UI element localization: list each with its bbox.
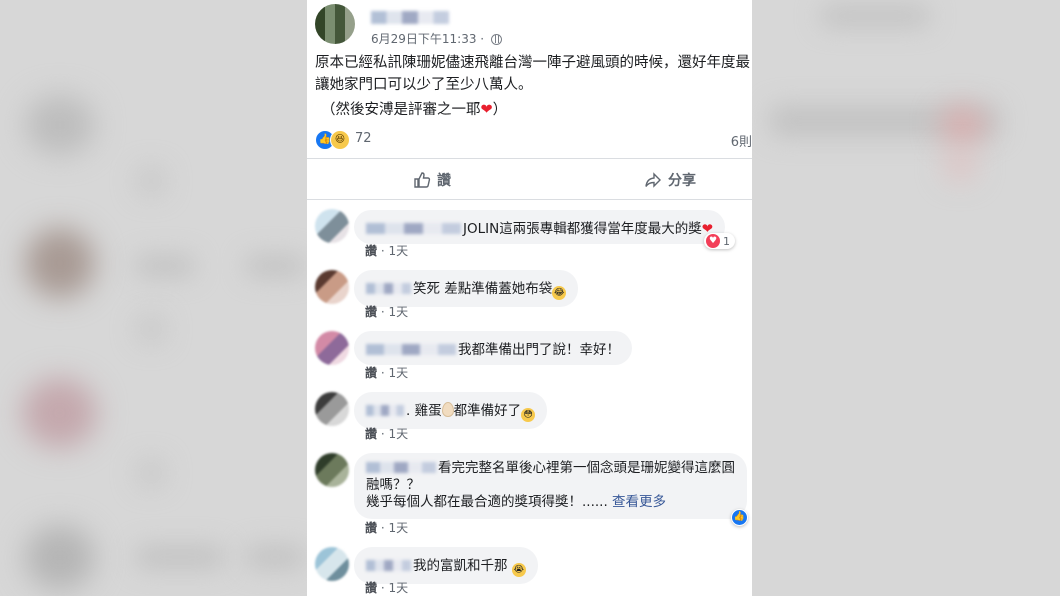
commenter-name-pixelated[interactable] <box>366 344 456 355</box>
comment-time[interactable]: 1天 <box>388 427 408 441</box>
commenter-avatar[interactable] <box>315 547 349 581</box>
comment-bubble: . 雞蛋 都準備好了 😳 <box>354 392 548 429</box>
thumbs-up-icon <box>414 172 431 188</box>
comment-text: JOLIN這兩張專輯都獲得當年度最大的獎 <box>463 221 702 237</box>
comment-reaction-badge[interactable]: 👍 <box>731 509 748 526</box>
post-text-line-3-text: （然後安溥是評審之一耶 <box>321 102 481 118</box>
heart-emoji-icon: ❤ <box>480 102 493 118</box>
commenter-name-pixelated[interactable] <box>366 223 461 234</box>
comment-meta: 讚 · 1天 <box>365 366 409 380</box>
globe-icon <box>490 34 502 45</box>
comment-text: 我都準備出門了說！幸好！ <box>458 342 620 358</box>
reaction-count: 72 <box>355 131 372 146</box>
share-button-label: 分享 <box>668 173 696 189</box>
comment-meta: 讚 · 1天 <box>365 581 409 595</box>
like-button[interactable]: 讚 <box>413 170 451 190</box>
post-timestamp[interactable]: 6月29日下午11:33 · <box>371 30 502 47</box>
comment-text-line-3: 幾乎每個人都在最合適的獎項得獎！...... <box>366 494 608 510</box>
post-text-line-3: （然後安溥是評審之一耶❤） <box>321 98 507 119</box>
comment-text-cont: 都準備好了 <box>453 403 522 419</box>
comment-meta: 讚 · 1天 <box>365 244 409 258</box>
comment-time[interactable]: 1天 <box>388 244 408 258</box>
see-more-link[interactable]: 查看更多 <box>612 494 666 510</box>
comment-text: 我的富凱和千那 <box>413 558 508 574</box>
timestamp-text: 6月29日下午11:33 · <box>371 32 488 46</box>
comment-reaction-badge[interactable]: ♥ 1 <box>704 233 735 249</box>
comment-time[interactable]: 1天 <box>388 521 408 535</box>
like-reaction-icon: 👍 <box>732 510 747 525</box>
comment-meta: 讚 · 1天 <box>365 427 409 441</box>
commenter-name-pixelated[interactable] <box>366 283 411 294</box>
facebook-post: 6月29日下午11:33 · 原本已經私訊陳珊妮儘速飛離台灣一陣子避風頭的時候，… <box>307 0 752 596</box>
commenter-avatar[interactable] <box>315 270 349 304</box>
commenter-avatar[interactable] <box>315 453 349 487</box>
comment-time[interactable]: 1天 <box>388 581 408 595</box>
divider <box>307 158 752 159</box>
flushed-emoji-icon: 😳 <box>521 408 536 422</box>
author-name-pixelated[interactable] <box>371 11 449 24</box>
comment-text: . 雞蛋 <box>406 403 442 419</box>
share-arrow-icon <box>645 172 661 188</box>
comment-text: 看完完整名單後心裡第一個念頭是珊妮變得這麼圓 <box>438 460 735 476</box>
post-body: 原本已經私訊陳珊妮儘速飛離台灣一陣子避風頭的時候，還好年度最 讓她家門口可以少了… <box>315 52 752 96</box>
commenter-name-pixelated[interactable] <box>366 462 436 473</box>
comment-text-line-2: 融嗎？？ <box>366 477 420 493</box>
commenter-avatar[interactable] <box>315 392 349 426</box>
laughing-emoji-icon: 😂 <box>552 286 567 300</box>
comment-like-link[interactable]: 讚 <box>365 244 377 258</box>
post-text-line-2: 讓她家門口可以少了至少八萬人。 <box>315 77 533 93</box>
comment-like-link[interactable]: 讚 <box>365 305 377 319</box>
comment-time[interactable]: 1天 <box>388 366 408 380</box>
comment-meta: 讚 · 1天 <box>365 305 409 319</box>
comment-meta: 讚 · 1天 <box>365 521 409 535</box>
egg-emoji-icon <box>441 402 454 417</box>
share-button[interactable]: 分享 <box>644 170 696 190</box>
comment-like-link[interactable]: 讚 <box>365 366 377 380</box>
commenter-avatar[interactable] <box>315 331 349 365</box>
comment-bubble: 看完完整名單後心裡第一個念頭是珊妮變得這麼圓 融嗎？？ 幾乎每個人都在最合適的獎… <box>354 453 747 519</box>
divider <box>307 199 752 200</box>
comment-like-link[interactable]: 讚 <box>365 427 377 441</box>
comment-like-link[interactable]: 讚 <box>365 581 377 595</box>
crying-emoji-icon: 😭 <box>511 563 526 577</box>
love-reaction-icon: ♥ <box>706 234 720 248</box>
haha-reaction-icon: 😆 <box>330 130 350 150</box>
author-avatar[interactable] <box>315 4 355 44</box>
share-count[interactable]: 6則 <box>731 131 752 150</box>
reaction-badge-count: 1 <box>723 234 730 248</box>
commenter-avatar[interactable] <box>315 209 349 243</box>
post-text-line-3-end: ） <box>492 102 508 118</box>
comment-text: 笑死 差點準備蓋她布袋 <box>413 281 553 297</box>
comment-like-link[interactable]: 讚 <box>365 521 377 535</box>
like-button-label: 讚 <box>437 173 451 189</box>
commenter-name-pixelated[interactable] <box>366 560 411 571</box>
comment-bubble: 我都準備出門了說！幸好！ <box>354 331 632 365</box>
comment-bubble: 笑死 差點準備蓋她布袋 😂 <box>354 270 579 307</box>
comment-bubble: JOLIN這兩張專輯都獲得當年度最大的獎❤ <box>354 210 726 244</box>
comment-time[interactable]: 1天 <box>388 305 408 319</box>
post-text-line-1: 原本已經私訊陳珊妮儘速飛離台灣一陣子避風頭的時候，還好年度最 <box>315 55 750 71</box>
commenter-name-pixelated[interactable] <box>366 405 404 416</box>
